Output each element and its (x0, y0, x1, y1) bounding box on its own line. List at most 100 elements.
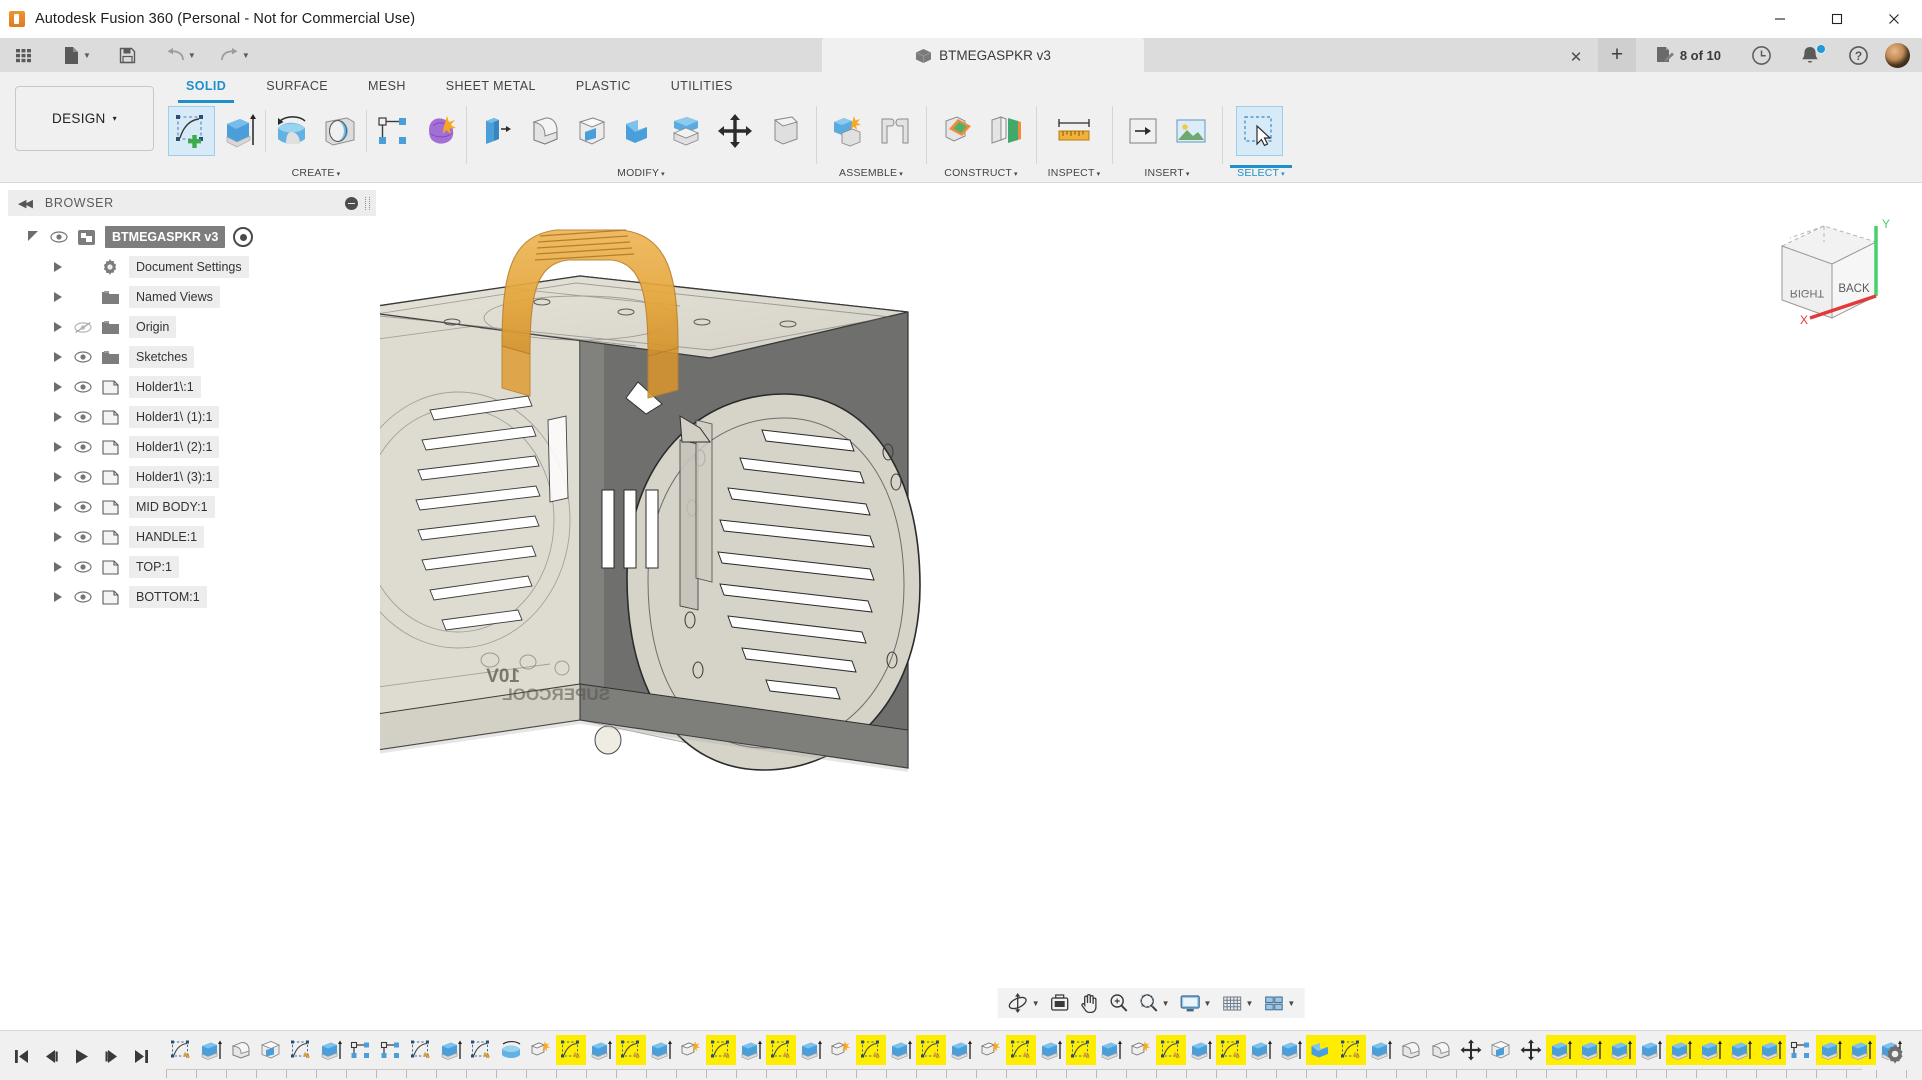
expand-arrow-icon[interactable] (50, 289, 66, 305)
timeline-feature-38[interactable] (1306, 1035, 1336, 1065)
tab-sheet-metal[interactable]: SHEET METAL (426, 76, 556, 98)
timeline-feature-4[interactable] (286, 1035, 316, 1065)
grid-snaps-button[interactable]: ▼ (1216, 988, 1258, 1018)
timeline-feature-18[interactable] (706, 1035, 736, 1065)
timeline-feature-20[interactable] (766, 1035, 796, 1065)
visibility-eye-icon[interactable] (72, 349, 94, 365)
timeline-feature-30[interactable] (1066, 1035, 1096, 1065)
timeline-feature-47[interactable] (1576, 1035, 1606, 1065)
timeline-feature-37[interactable] (1276, 1035, 1306, 1065)
tree-node-handle[interactable]: HANDLE:1 (0, 522, 380, 552)
3d-viewport[interactable]: 10V SUPERCOOL (380, 190, 1922, 1030)
offset-plane-button[interactable] (934, 106, 981, 156)
sweep-button[interactable] (316, 106, 363, 156)
tree-node-holder1[interactable]: Holder1\:1 (0, 372, 380, 402)
timeline-feature-26[interactable] (946, 1035, 976, 1065)
timeline-feature-15[interactable] (616, 1035, 646, 1065)
timeline-feature-10[interactable] (466, 1035, 496, 1065)
timeline-feature-40[interactable] (1366, 1035, 1396, 1065)
orbit-button[interactable]: ▼ (1002, 988, 1045, 1018)
notifications-button[interactable] (1790, 38, 1830, 72)
joint-button[interactable] (871, 106, 918, 156)
file-icon[interactable]: ▼ (57, 38, 98, 72)
tab-utilities[interactable]: UTILITIES (651, 76, 753, 98)
move-copy-button[interactable] (709, 106, 761, 156)
timeline-feature-35[interactable] (1216, 1035, 1246, 1065)
timeline-feature-13[interactable] (556, 1035, 586, 1065)
tree-node-bottom[interactable]: BOTTOM:1 (0, 582, 380, 612)
timeline-feature-2[interactable] (226, 1035, 256, 1065)
recent-documents-button[interactable] (1741, 38, 1782, 72)
timeline-feature-5[interactable] (316, 1035, 346, 1065)
timeline-feature-25[interactable] (916, 1035, 946, 1065)
viewports-button[interactable]: ▼ (1258, 988, 1300, 1018)
timeline-feature-28[interactable] (1006, 1035, 1036, 1065)
revolve-button[interactable] (269, 106, 316, 156)
visibility-eye-icon[interactable] (72, 529, 94, 545)
expand-arrow-icon[interactable] (50, 349, 66, 365)
timeline-feature-31[interactable] (1096, 1035, 1126, 1065)
pan-hand-button[interactable] (1075, 988, 1104, 1018)
timeline-feature-22[interactable] (826, 1035, 856, 1065)
timeline-feature-49[interactable] (1636, 1035, 1666, 1065)
timeline-feature-23[interactable] (856, 1035, 886, 1065)
chevron-down-icon[interactable]: ▾ (1014, 171, 1018, 178)
chevron-down-icon[interactable]: ▼ (83, 51, 91, 60)
tree-node-document-settings[interactable]: Document Settings (0, 252, 380, 282)
tree-node-btmegaspkr[interactable]: BTMEGASPKR v3 (0, 222, 380, 252)
shell-button[interactable] (568, 106, 615, 156)
play-button[interactable] (66, 1037, 96, 1075)
timeline-feature-39[interactable] (1336, 1035, 1366, 1065)
zoom-button[interactable] (1104, 988, 1134, 1018)
form-button[interactable] (417, 106, 464, 156)
timeline-feature-12[interactable] (526, 1035, 556, 1065)
help-button[interactable]: ? (1838, 38, 1879, 72)
expand-arrow-icon[interactable] (50, 559, 66, 575)
expand-arrow-icon[interactable] (50, 439, 66, 455)
timeline-feature-52[interactable] (1726, 1035, 1756, 1065)
chevron-down-icon[interactable]: ▾ (1186, 171, 1190, 178)
timeline-feature-27[interactable] (976, 1035, 1006, 1065)
activate-component-radio[interactable] (233, 227, 253, 247)
timeline-feature-51[interactable] (1696, 1035, 1726, 1065)
timeline-feature-50[interactable] (1666, 1035, 1696, 1065)
close-document-tab-button[interactable]: ✕ (1568, 50, 1584, 66)
minimize-button[interactable] (1751, 0, 1808, 38)
timeline-feature-8[interactable] (406, 1035, 436, 1065)
timeline-feature-33[interactable] (1156, 1035, 1186, 1065)
timeline-feature-32[interactable] (1126, 1035, 1156, 1065)
timeline-feature-24[interactable] (886, 1035, 916, 1065)
visibility-eye-hidden-icon[interactable] (72, 319, 94, 335)
expand-arrow-icon[interactable] (50, 259, 66, 275)
visibility-eye-icon[interactable] (72, 379, 94, 395)
extrude-button[interactable] (215, 106, 262, 156)
timeline-feature-54[interactable] (1786, 1035, 1816, 1065)
chevron-down-icon[interactable]: ▼ (1032, 999, 1040, 1008)
save-icon[interactable] (112, 38, 143, 72)
circle-minus-icon[interactable] (345, 197, 358, 210)
visibility-eye-icon[interactable] (72, 469, 94, 485)
tree-node-sketches[interactable]: Sketches (0, 342, 380, 372)
collapse-left-icon[interactable]: ◀◀ (18, 197, 31, 210)
timeline-feature-43[interactable] (1456, 1035, 1486, 1065)
tree-node-holder1-3[interactable]: Holder1\ (3):1 (0, 462, 380, 492)
go-to-end-button[interactable] (126, 1037, 156, 1075)
chevron-down-icon[interactable]: ▾ (337, 171, 341, 178)
expand-arrow-icon[interactable] (50, 379, 66, 395)
chevron-down-icon[interactable]: ▾ (1097, 171, 1101, 178)
document-tab[interactable]: BTMEGASPKR v3 (822, 38, 1144, 72)
tab-surface[interactable]: SURFACE (246, 76, 348, 98)
insert-canvas-button[interactable] (1167, 106, 1214, 156)
timeline-feature-53[interactable] (1756, 1035, 1786, 1065)
timeline-feature-46[interactable] (1546, 1035, 1576, 1065)
tab-plastic[interactable]: PLASTIC (556, 76, 651, 98)
timeline-feature-34[interactable] (1186, 1035, 1216, 1065)
expand-arrow-icon[interactable] (50, 499, 66, 515)
timeline-feature-48[interactable] (1606, 1035, 1636, 1065)
job-status-button[interactable]: 8 of 10 (1645, 38, 1731, 72)
visibility-eye-icon[interactable] (72, 559, 94, 575)
step-forward-button[interactable] (96, 1037, 126, 1075)
tab-solid[interactable]: SOLID (166, 76, 246, 98)
new-document-tab-button[interactable]: + (1598, 38, 1636, 72)
timeline-feature-44[interactable] (1486, 1035, 1516, 1065)
